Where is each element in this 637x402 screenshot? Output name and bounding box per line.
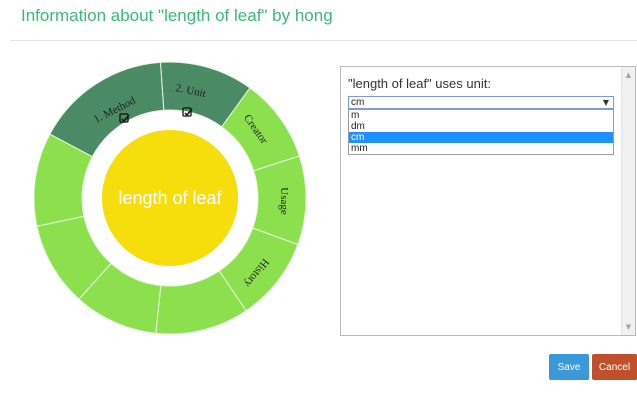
wheel-segment-usage-label-group: Usage — [278, 187, 290, 215]
unit-option-dm[interactable]: dm — [349, 121, 613, 132]
unit-dropdown-list: m dm cm mm — [348, 109, 614, 155]
unit-option-m[interactable]: m — [349, 110, 613, 121]
save-button[interactable]: Save — [549, 354, 589, 380]
scroll-up-icon[interactable]: ▲ — [622, 69, 635, 81]
unit-option-cm[interactable]: cm — [349, 132, 613, 143]
unit-select[interactable]: cm ▼ — [348, 96, 614, 109]
unit-option-mm[interactable]: mm — [349, 143, 613, 154]
cancel-button[interactable]: Cancel — [592, 354, 637, 380]
info-wheel: length of leaf 1. Method 2. Unit Creator… — [33, 61, 307, 335]
chevron-down-icon[interactable]: ▼ — [603, 97, 609, 108]
unit-panel-label: "length of leaf" uses unit: — [348, 76, 491, 91]
panel-scrollbar[interactable]: ▲ ▼ — [621, 67, 635, 335]
wheel-segment-usage-label: Usage — [278, 187, 290, 215]
unit-select-value: cm — [351, 97, 365, 108]
scroll-down-icon[interactable]: ▼ — [622, 321, 635, 333]
unit-panel: "length of leaf" uses unit: cm ▼ m dm cm… — [340, 66, 636, 336]
wheel-center-label: length of leaf — [118, 188, 222, 208]
